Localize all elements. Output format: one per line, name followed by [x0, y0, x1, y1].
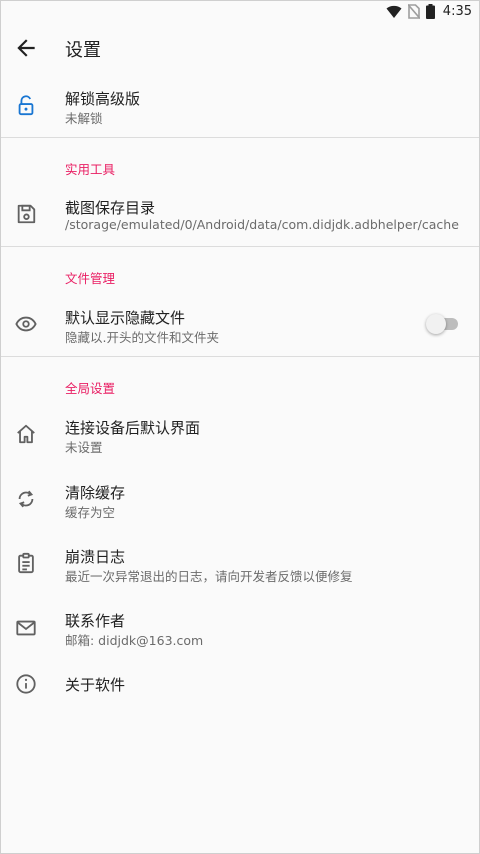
info-icon — [16, 674, 36, 694]
wifi-icon — [386, 5, 402, 18]
status-bar: 4:35 — [1, 1, 479, 25]
setting-default-screen[interactable]: 连接设备后默认界面 未设置 — [1, 403, 479, 467]
setting-unlock-premium[interactable]: 解锁高级版 未解锁 — [1, 73, 479, 137]
status-time: 4:35 — [442, 4, 472, 19]
setting-title: 默认显示隐藏文件 — [65, 309, 186, 327]
setting-screenshot-dir[interactable]: 截图保存目录 /storage/emulated/0/Android/data/… — [1, 183, 479, 247]
home-icon — [17, 424, 35, 444]
setting-title: 清除缓存 — [65, 484, 126, 502]
setting-title: 截图保存目录 — [65, 199, 156, 217]
battery-icon — [425, 4, 435, 19]
divider — [1, 137, 479, 138]
no-sim-icon — [407, 4, 420, 19]
mail-icon — [16, 620, 36, 636]
show-hidden-files-toggle[interactable] — [426, 314, 458, 334]
eye-icon — [15, 316, 37, 332]
setting-subtitle: 未解锁 — [65, 111, 103, 126]
setting-about[interactable]: 关于软件 — [1, 661, 479, 725]
setting-title: 崩溃日志 — [65, 548, 126, 566]
setting-contact-author[interactable]: 联系作者 邮箱: didjdk@163.com — [1, 597, 479, 661]
save-icon — [17, 204, 36, 224]
setting-subtitle: 未设置 — [65, 440, 103, 455]
setting-title: 关于软件 — [65, 676, 126, 694]
toggle-thumb — [426, 314, 446, 334]
section-header-tools: 实用工具 — [65, 162, 116, 177]
setting-show-hidden-files[interactable]: 默认显示隐藏文件 隐藏以.开头的文件和文件夹 — [1, 293, 479, 357]
setting-crash-log[interactable]: 崩溃日志 最近一次异常退出的日志，请向开发者反馈以便修复 — [1, 533, 479, 597]
setting-title: 联系作者 — [65, 612, 126, 630]
sync-icon — [18, 490, 34, 508]
setting-title: 连接设备后默认界面 — [65, 419, 201, 437]
setting-title: 解锁高级版 — [65, 90, 141, 108]
divider — [1, 356, 479, 357]
arrow-back-icon[interactable] — [13, 35, 39, 61]
section-header-global: 全局设置 — [65, 381, 116, 396]
clipboard-icon — [18, 552, 34, 574]
section-header-files: 文件管理 — [65, 271, 116, 286]
divider — [1, 246, 479, 247]
app-bar: 设置 — [1, 25, 479, 71]
setting-subtitle: /storage/emulated/0/Android/data/com.did… — [65, 217, 459, 232]
setting-subtitle: 隐藏以.开头的文件和文件夹 — [65, 330, 219, 345]
page-title: 设置 — [65, 40, 101, 61]
lock-open-icon — [18, 95, 34, 116]
setting-clear-cache[interactable]: 清除缓存 缓存为空 — [1, 468, 479, 532]
setting-subtitle: 缓存为空 — [65, 505, 116, 520]
setting-subtitle: 邮箱: didjdk@163.com — [65, 633, 204, 648]
setting-subtitle: 最近一次异常退出的日志，请向开发者反馈以便修复 — [65, 569, 353, 584]
